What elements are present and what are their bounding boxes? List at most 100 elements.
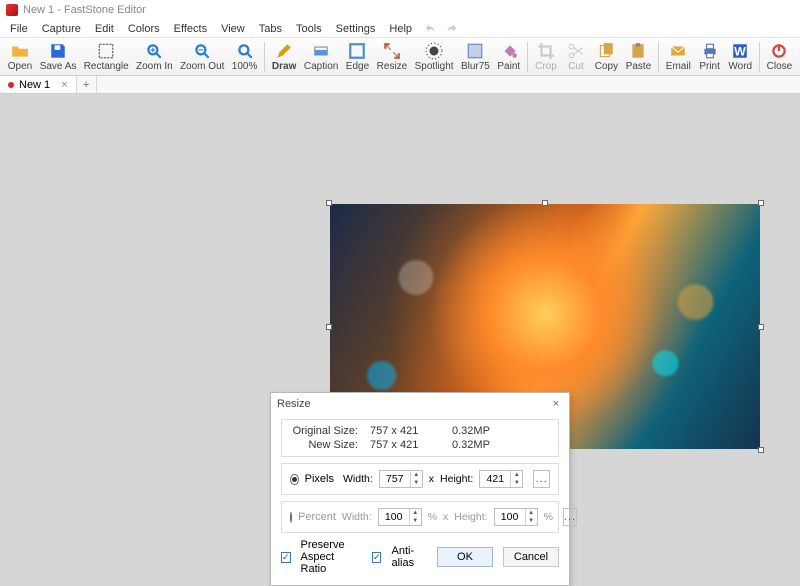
dialog-title: Resize xyxy=(277,398,311,410)
resize-handle-tc[interactable] xyxy=(542,200,548,206)
toolbar-print-button[interactable]: Print xyxy=(695,41,725,73)
toolbar-zoomout-button[interactable]: Zoom Out xyxy=(176,41,228,73)
preserve-ratio-checkbox[interactable]: ✓ xyxy=(281,552,291,563)
height-pct-stepper[interactable]: ▲▼ xyxy=(494,508,538,526)
percent-more-button[interactable]: ... xyxy=(563,508,577,526)
menu-effects[interactable]: Effects xyxy=(168,22,213,36)
toolbar-paint-button[interactable]: Paint xyxy=(494,41,524,73)
dialog-options-row: ✓ Preserve Aspect Ratio ✓ Anti-alias OK … xyxy=(281,539,559,575)
toolbar-draw-label: Draw xyxy=(272,61,296,72)
width-px-input[interactable] xyxy=(380,473,410,485)
toolbar-crop-label: Crop xyxy=(535,61,557,72)
menu-tools[interactable]: Tools xyxy=(290,22,328,36)
width-pct-stepper[interactable]: ▲▼ xyxy=(378,508,422,526)
printer-icon xyxy=(701,42,719,60)
toolbar-separator xyxy=(759,42,760,72)
power-icon xyxy=(770,42,788,60)
menu-settings[interactable]: Settings xyxy=(330,22,382,36)
height-px-stepper[interactable]: ▲▼ xyxy=(479,470,523,488)
toolbar-zoom100-label: 100% xyxy=(232,61,258,72)
floppy-icon xyxy=(49,42,67,60)
toolbar-crop-button: Crop xyxy=(531,41,561,73)
redo-icon[interactable] xyxy=(444,22,458,36)
toolbar-close-button[interactable]: Close xyxy=(763,41,796,73)
toolbar-paste-button[interactable]: Paste xyxy=(622,41,655,73)
menu-view[interactable]: View xyxy=(215,22,251,36)
toolbar-open-label: Open xyxy=(8,61,32,72)
toolbar-blur75-button[interactable]: Blur75 xyxy=(457,41,493,73)
toolbar-zoom100-button[interactable]: 100% xyxy=(228,41,261,73)
menu-capture[interactable]: Capture xyxy=(36,22,87,36)
pencil-icon xyxy=(275,42,293,60)
tab-new1[interactable]: New 1 × xyxy=(0,76,77,93)
toolbar-separator xyxy=(658,42,659,72)
toolbar-separator xyxy=(527,42,528,72)
toolbar-spotlight-label: Spotlight xyxy=(415,61,454,72)
height-label-pct: Height: xyxy=(454,511,487,523)
toolbar-copy-button[interactable]: Copy xyxy=(591,41,622,73)
toolbar-draw-button[interactable]: Draw xyxy=(268,41,300,73)
size-info-box: Original Size: 757 x 421 0.32MP New Size… xyxy=(281,419,559,457)
toolbar-caption-button[interactable]: Caption xyxy=(300,41,342,73)
toolbar-cut-label: Cut xyxy=(568,61,584,72)
toolbar-print-label: Print xyxy=(699,61,720,72)
toolbar-word-button[interactable]: W Word xyxy=(725,41,756,73)
height-pct-input[interactable] xyxy=(495,511,525,523)
toolbar-word-label: Word xyxy=(728,61,752,72)
resize-handle-ml[interactable] xyxy=(326,324,332,330)
marquee-icon xyxy=(97,42,115,60)
new-size-mp: 0.32MP xyxy=(452,439,498,451)
antialias-label: Anti-alias xyxy=(391,545,417,569)
dirty-dot-icon xyxy=(8,82,14,88)
resize-handle-mr[interactable] xyxy=(758,324,764,330)
cancel-button[interactable]: Cancel xyxy=(503,547,559,567)
height-px-input[interactable] xyxy=(480,473,510,485)
pixels-radio[interactable] xyxy=(290,474,299,485)
toolbar-open-button[interactable]: Open xyxy=(4,41,36,73)
resize-handle-tr[interactable] xyxy=(758,200,764,206)
toolbar-caption-label: Caption xyxy=(304,61,338,72)
antialias-checkbox[interactable]: ✓ xyxy=(372,552,382,563)
menu-help[interactable]: Help xyxy=(383,22,418,36)
toolbar-separator xyxy=(264,42,265,72)
height-label-px: Height: xyxy=(440,473,473,485)
toolbar-saveas-label: Save As xyxy=(40,61,77,72)
toolbar: Open Save AsRectangleZoom InZoom Out 100% D… xyxy=(0,38,800,76)
dialog-close-icon[interactable]: × xyxy=(549,398,563,410)
percent-mode-row: Percent Width: ▲▼ % x Height: ▲▼ % ... xyxy=(281,501,559,533)
toolbar-email-button[interactable]: Email xyxy=(662,41,695,73)
toolbar-edge-label: Edge xyxy=(346,61,369,72)
preserve-ratio-label: Preserve Aspect Ratio xyxy=(301,539,362,575)
bucket-icon xyxy=(500,42,518,60)
width-pct-input[interactable] xyxy=(379,511,409,523)
toolbar-resize-button[interactable]: Resize xyxy=(373,41,411,73)
title-bar: New 1 - FastStone Editor xyxy=(0,0,800,20)
menu-colors[interactable]: Colors xyxy=(122,22,166,36)
percent-label: Percent xyxy=(298,511,336,523)
tab-add-button[interactable]: + xyxy=(77,76,97,93)
toolbar-saveas-button[interactable]: Save As xyxy=(36,41,80,73)
width-px-stepper[interactable]: ▲▼ xyxy=(379,470,423,488)
pixels-more-button[interactable]: ... xyxy=(533,470,550,488)
menu-edit[interactable]: Edit xyxy=(89,22,120,36)
original-size-value: 757 x 421 xyxy=(370,425,440,437)
percent-radio[interactable] xyxy=(290,512,292,523)
resize-handle-tl[interactable] xyxy=(326,200,332,206)
toolbar-spotlight-button[interactable]: Spotlight xyxy=(411,41,457,73)
pixels-mode-row: Pixels Width: ▲▼ x Height: ▲▼ ... xyxy=(281,463,559,495)
ok-button[interactable]: OK xyxy=(437,547,493,567)
undo-icon[interactable] xyxy=(424,22,438,36)
toolbar-rectangle-button[interactable]: Rectangle xyxy=(80,41,132,73)
toolbar-cut-button: Cut xyxy=(561,41,591,73)
resize-handle-br[interactable] xyxy=(758,447,764,453)
menu-tabs[interactable]: Tabs xyxy=(253,22,288,36)
original-size-label: Original Size: xyxy=(290,425,358,437)
toolbar-edge-button[interactable]: Edge xyxy=(342,41,373,73)
toolbar-zoomin-button[interactable]: Zoom In xyxy=(132,41,176,73)
tab-close-icon[interactable]: × xyxy=(61,79,67,91)
app-logo-icon xyxy=(6,4,18,16)
dialog-titlebar[interactable]: Resize × xyxy=(271,393,569,415)
menu-file[interactable]: File xyxy=(4,22,34,36)
svg-text:W: W xyxy=(734,44,746,58)
pixels-label: Pixels xyxy=(305,473,337,485)
